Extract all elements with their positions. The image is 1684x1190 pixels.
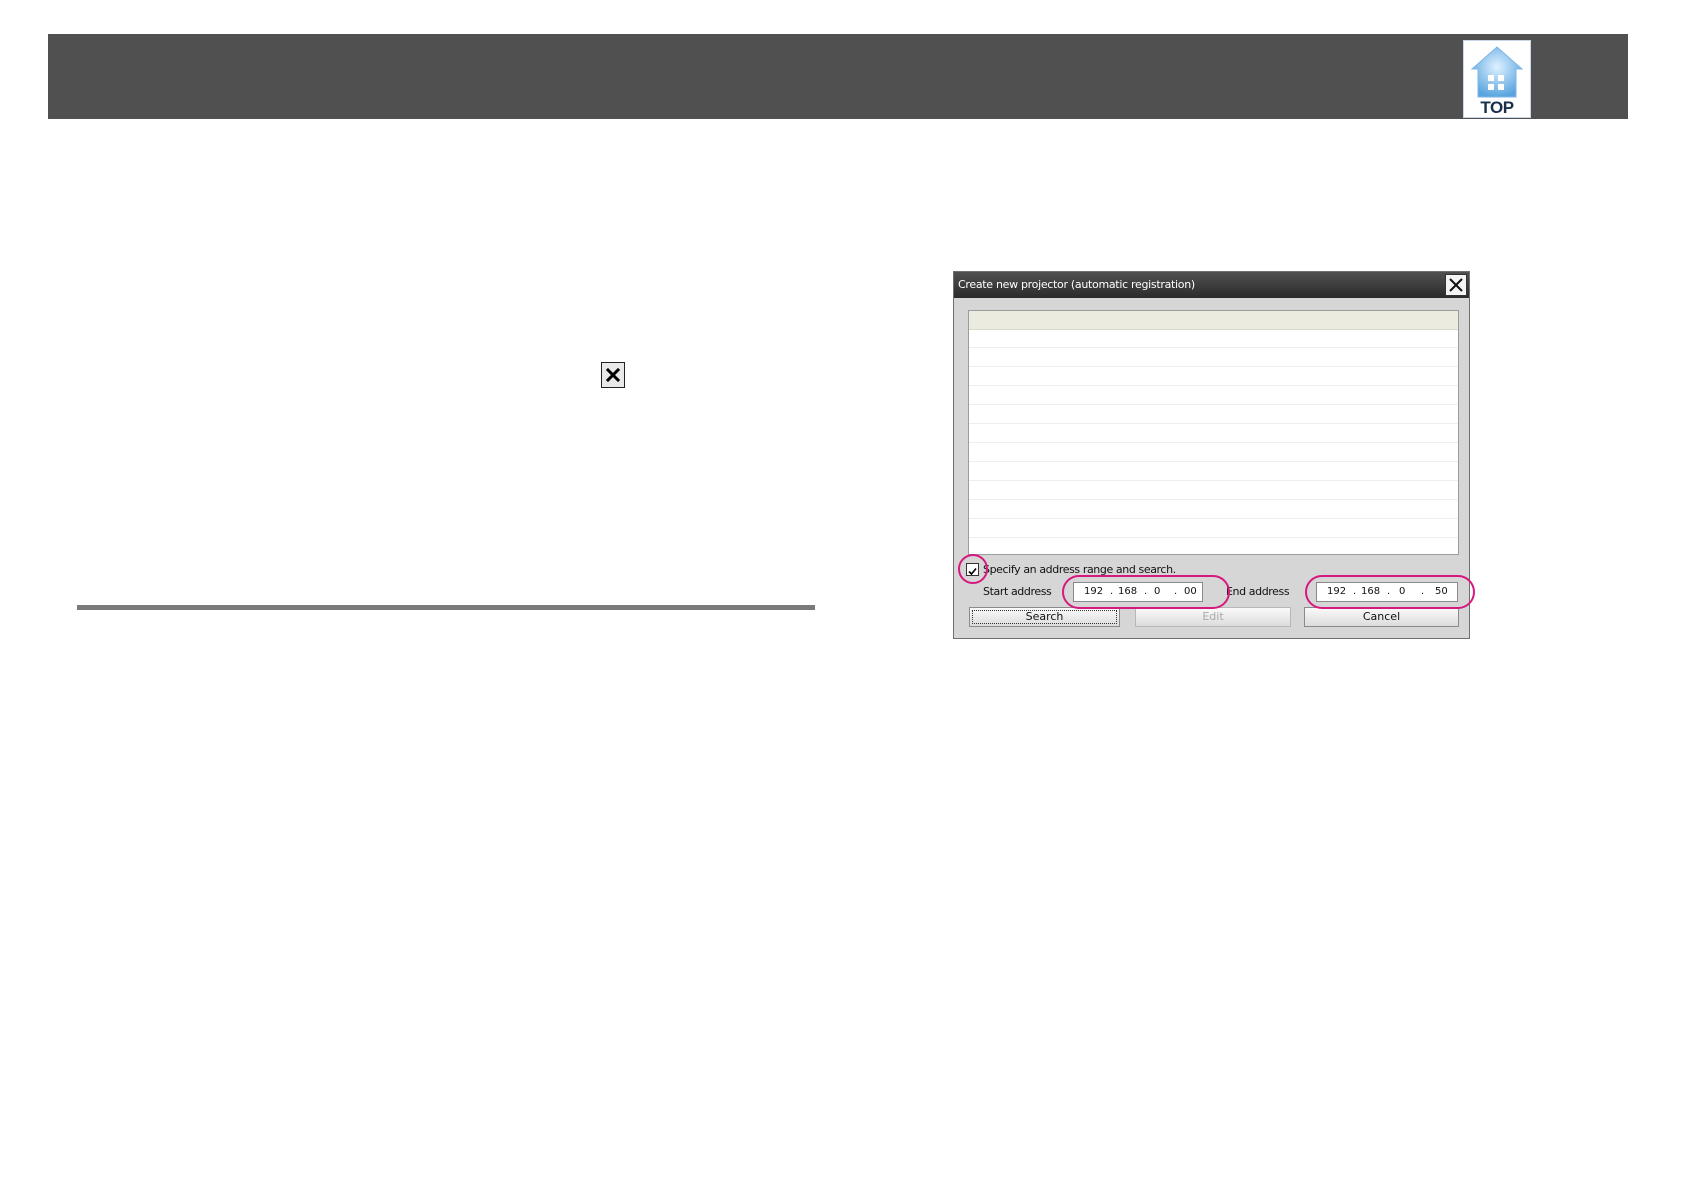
checkbox-highlight xyxy=(958,554,988,584)
list-item[interactable] xyxy=(969,500,1458,519)
page-header-bar xyxy=(48,34,1628,119)
list-item[interactable] xyxy=(969,367,1458,386)
list-item[interactable] xyxy=(969,386,1458,405)
close-x-icon xyxy=(601,362,625,388)
list-item[interactable] xyxy=(969,329,1458,348)
list-item[interactable] xyxy=(969,405,1458,424)
start-address-highlight xyxy=(1062,575,1230,609)
projector-list[interactable] xyxy=(968,310,1459,555)
start-address-label: Start address xyxy=(983,585,1052,598)
list-item[interactable] xyxy=(969,443,1458,462)
section-divider xyxy=(77,605,815,610)
dialog-title: Create new projector (automatic registra… xyxy=(958,278,1195,291)
cancel-button[interactable]: Cancel xyxy=(1304,607,1459,627)
edit-button[interactable]: Edit xyxy=(1135,607,1291,627)
dialog-close-button[interactable] xyxy=(1445,274,1467,296)
search-button[interactable]: Search xyxy=(969,607,1120,627)
end-address-highlight xyxy=(1305,575,1475,609)
list-item[interactable] xyxy=(969,519,1458,538)
end-address-label: End address xyxy=(1226,585,1290,598)
close-x-icon xyxy=(1449,278,1463,292)
house-icon xyxy=(1470,46,1524,98)
list-item[interactable] xyxy=(969,348,1458,367)
top-logo-label: TOP xyxy=(1480,98,1514,117)
list-item[interactable] xyxy=(969,538,1458,554)
dialog-titlebar: Create new projector (automatic registra… xyxy=(954,272,1469,298)
list-header xyxy=(969,311,1458,330)
list-item[interactable] xyxy=(969,481,1458,500)
list-item[interactable] xyxy=(969,424,1458,443)
list-item[interactable] xyxy=(969,462,1458,481)
top-link-icon[interactable]: TOP xyxy=(1463,40,1531,118)
